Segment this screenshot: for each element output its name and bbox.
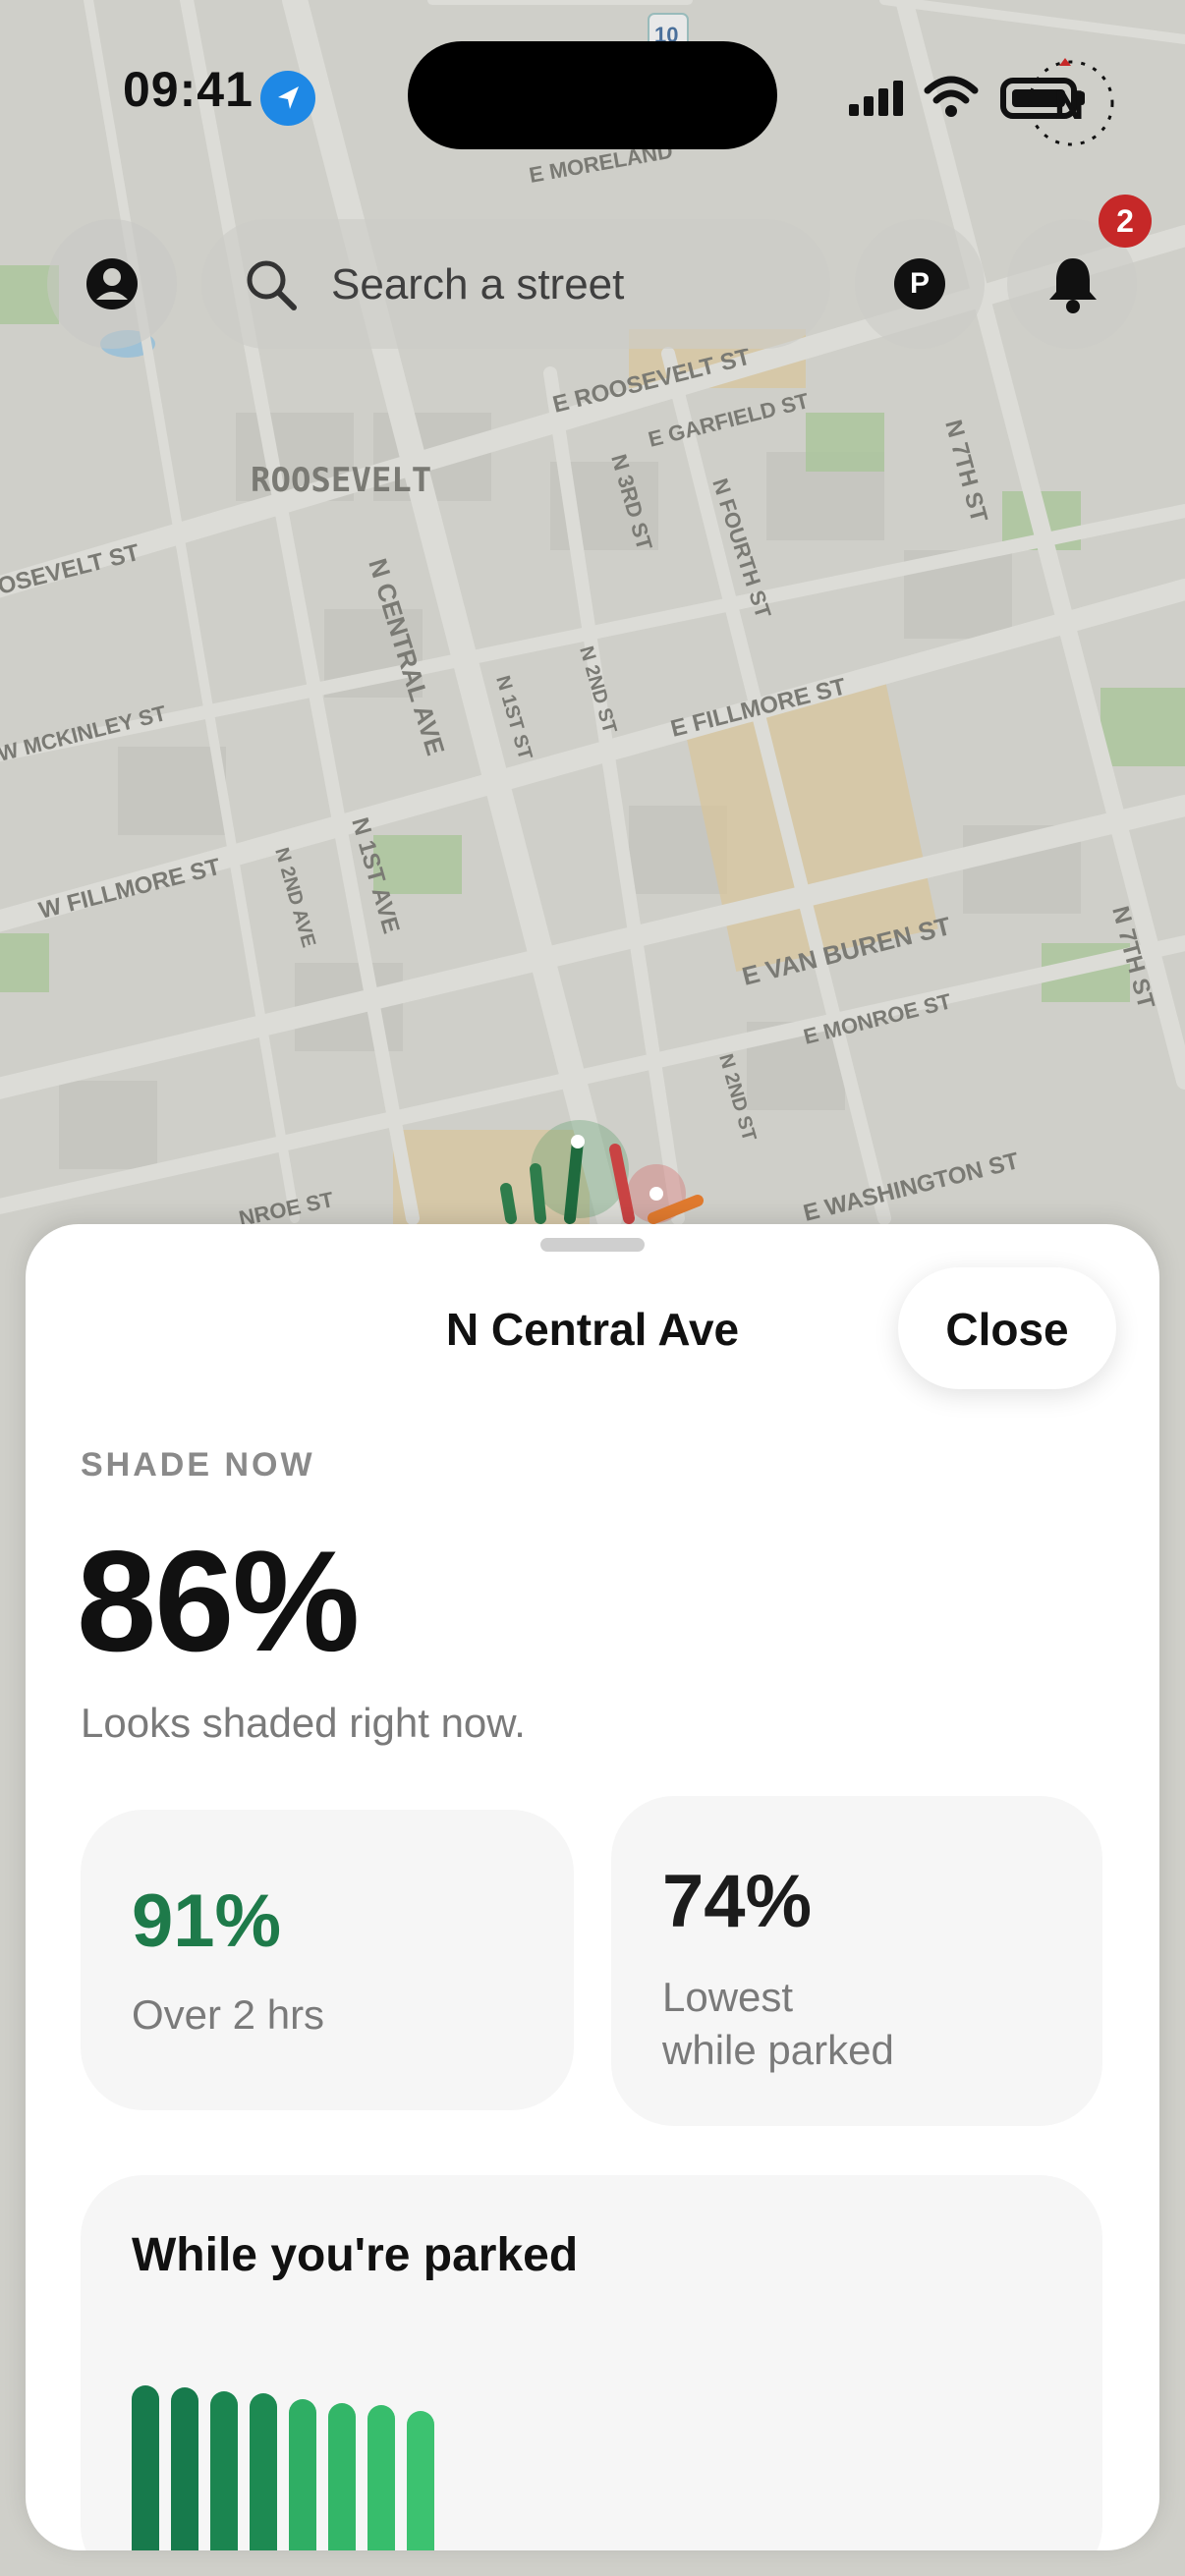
- stat-label: Lowest while parked: [662, 1974, 894, 2073]
- search-bar[interactable]: Search a street: [201, 219, 830, 349]
- magnifier-icon: [247, 260, 297, 310]
- parking-icon: P: [894, 258, 945, 309]
- person-circle-icon: [86, 258, 138, 309]
- shade-bar: [328, 2403, 356, 2550]
- close-button[interactable]: Close: [898, 1267, 1116, 1389]
- shade-now-label: SHADE NOW: [81, 1446, 315, 1484]
- shade-bar: [210, 2391, 238, 2550]
- stat-label: Over 2 hrs: [132, 1991, 325, 2038]
- status-bar: 09:41 N: [0, 0, 1185, 187]
- shade-bar: [367, 2405, 395, 2550]
- profile-button[interactable]: [47, 219, 177, 349]
- bell-icon: [1049, 258, 1097, 313]
- shade-description: Looks shaded right now.: [81, 1700, 526, 1746]
- notification-badge: 2: [1099, 195, 1152, 248]
- shade-bar: [289, 2399, 316, 2550]
- compass[interactable]: N: [1022, 54, 1120, 152]
- street-detail-sheet: N Central Ave Close SHADE NOW 86% Looks …: [26, 1224, 1159, 2550]
- compass-label: N: [1054, 82, 1085, 128]
- stat-value: 91%: [132, 1879, 282, 1963]
- search-input[interactable]: Search a street: [331, 260, 624, 309]
- wifi-icon: [924, 76, 979, 117]
- while-parked-title: While you're parked: [132, 2229, 579, 2281]
- shade-bar: [132, 2385, 159, 2550]
- clock: 09:41: [123, 62, 254, 117]
- shade-now-value: 86%: [77, 1521, 360, 1681]
- parking-label: P: [909, 267, 930, 300]
- parking-button[interactable]: P: [855, 219, 985, 349]
- stat-value: 74%: [662, 1860, 813, 1943]
- stat-card-lowest-while-parked: 74% Lowest while parked: [611, 1796, 1102, 2126]
- shade-bar-chart: [132, 2378, 525, 2550]
- stat-card-over-2-hrs: 91% Over 2 hrs: [81, 1810, 574, 2110]
- shade-bar: [250, 2393, 277, 2550]
- map-label-roosevelt: ROOSEVELT: [251, 461, 431, 500]
- cellular-signal-icon: [849, 81, 903, 116]
- top-bar: Search a street P: [0, 211, 1185, 349]
- location-arrow-icon: [260, 71, 315, 126]
- while-parked-card: While you're parked: [81, 2175, 1102, 2550]
- shade-bar: [171, 2387, 198, 2550]
- dynamic-island: [408, 41, 777, 149]
- shade-bar: [407, 2411, 434, 2550]
- sheet-grabber[interactable]: [540, 1238, 645, 1252]
